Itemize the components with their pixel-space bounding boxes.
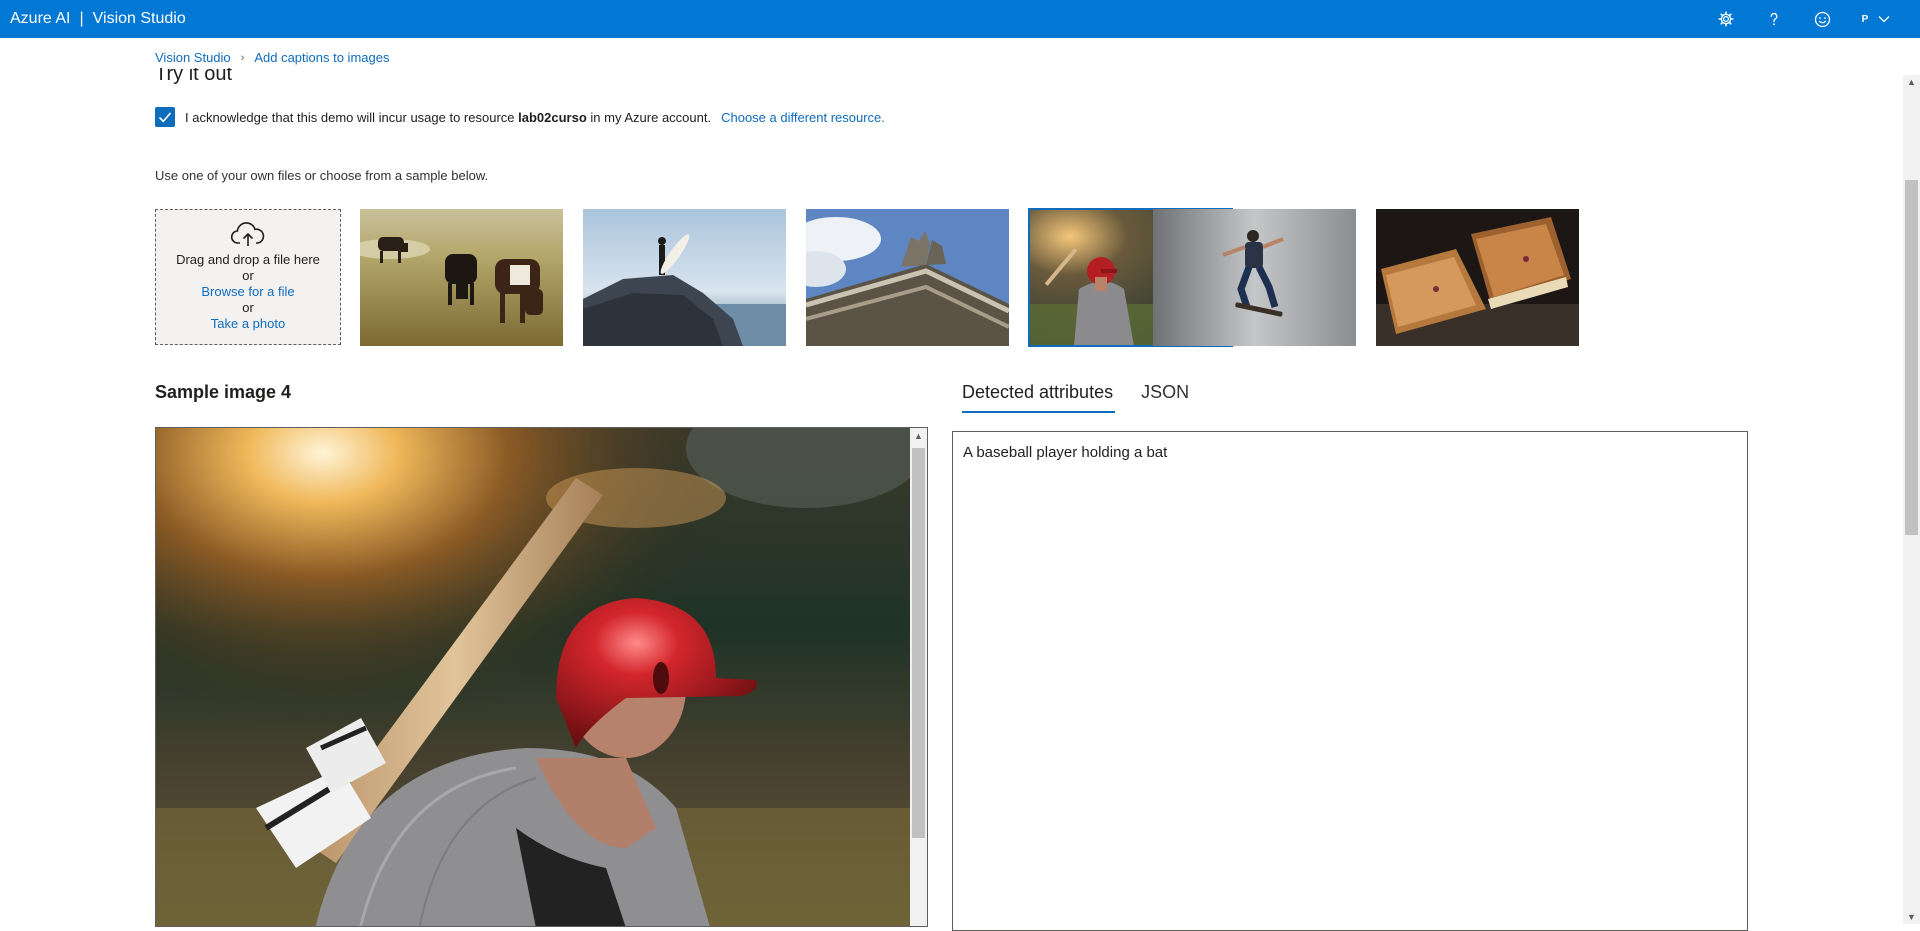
account-menu[interactable]: P <box>1846 0 1906 38</box>
brand-label: Azure AI <box>10 10 71 27</box>
acknowledge-text-after: in my Azure account. <box>590 109 712 125</box>
cows-grazing-image <box>360 209 563 346</box>
chevron-down-icon <box>1878 16 1890 23</box>
grilled-sandwich-image <box>1376 209 1579 346</box>
browse-file-link[interactable]: Browse for a file <box>201 284 294 300</box>
avatar: P <box>1861 13 1869 25</box>
brand[interactable]: Azure AI | Vision Studio <box>0 10 186 28</box>
surfer-on-rock-image <box>583 209 786 346</box>
or-text-2: or <box>242 300 254 315</box>
breadcrumb: Vision Studio › Add captions to images <box>155 50 389 65</box>
baseball-player-preview-image <box>156 428 926 926</box>
detected-attributes-panel: A baseball player holding a bat <box>952 431 1748 931</box>
image-preview-panel: ▲ <box>155 427 928 927</box>
breadcrumb-root-link[interactable]: Vision Studio <box>155 50 231 65</box>
image-scrollbar[interactable]: ▲ <box>910 428 927 926</box>
building-statues-image <box>806 209 1009 346</box>
skateboarder-image <box>1153 209 1356 346</box>
tab-json[interactable]: JSON <box>1141 378 1191 413</box>
breadcrumb-current-link[interactable]: Add captions to images <box>254 50 389 65</box>
acknowledge-text: I acknowledge that this demo will incur … <box>185 109 515 125</box>
caption-result: A baseball player holding a bat <box>963 444 1168 461</box>
sample-thumbnail-5[interactable] <box>1153 209 1356 346</box>
take-photo-link[interactable]: Take a photo <box>211 316 285 332</box>
scroll-up-arrow-icon[interactable]: ▲ <box>914 431 923 441</box>
settings-gear-icon[interactable] <box>1702 0 1750 38</box>
resource-name: lab02curso <box>518 109 587 125</box>
tab-detected-attributes[interactable]: Detected attributes <box>962 378 1116 413</box>
or-text-1: or <box>242 268 254 283</box>
drag-drop-text: Drag and drop a file here <box>176 252 320 267</box>
chevron-right-icon: › <box>240 51 245 64</box>
sample-thumbnail-1[interactable] <box>360 209 563 346</box>
page-scroll-up-arrow-icon[interactable]: ▲ <box>1907 77 1916 87</box>
result-tabs: Detected attributes JSON <box>962 378 1191 413</box>
app-name: Vision Studio <box>92 10 186 27</box>
section-title: Try it out <box>155 68 233 85</box>
file-dropzone[interactable]: Drag and drop a file here or Browse for … <box>155 209 341 345</box>
page-scrollbar[interactable]: ▲ ▼ <box>1903 75 1920 924</box>
top-bar: Azure AI | Vision Studio P <box>0 0 1920 38</box>
checkmark-icon <box>158 112 172 123</box>
choose-resource-link[interactable]: Choose a different resource. <box>721 110 885 125</box>
feedback-smiley-icon[interactable] <box>1798 0 1846 38</box>
sample-thumbnail-6[interactable] <box>1376 209 1579 346</box>
sample-thumbnail-3[interactable] <box>806 209 1009 346</box>
image-scrollbar-thumb[interactable] <box>912 448 925 838</box>
cloud-upload-icon <box>230 222 265 246</box>
help-question-icon[interactable] <box>1750 0 1798 38</box>
brand-separator: | <box>79 10 84 27</box>
sample-image-title: Sample image 4 <box>155 382 292 402</box>
upload-instruction: Use one of your own files or choose from… <box>155 168 489 183</box>
acknowledge-row: I acknowledge that this demo will incur … <box>155 107 885 127</box>
page-scrollbar-thumb[interactable] <box>1905 180 1918 535</box>
page-scroll-down-arrow-icon[interactable]: ▼ <box>1907 912 1916 922</box>
sample-thumbnail-2[interactable] <box>583 209 786 346</box>
acknowledge-checkbox[interactable] <box>155 107 175 127</box>
